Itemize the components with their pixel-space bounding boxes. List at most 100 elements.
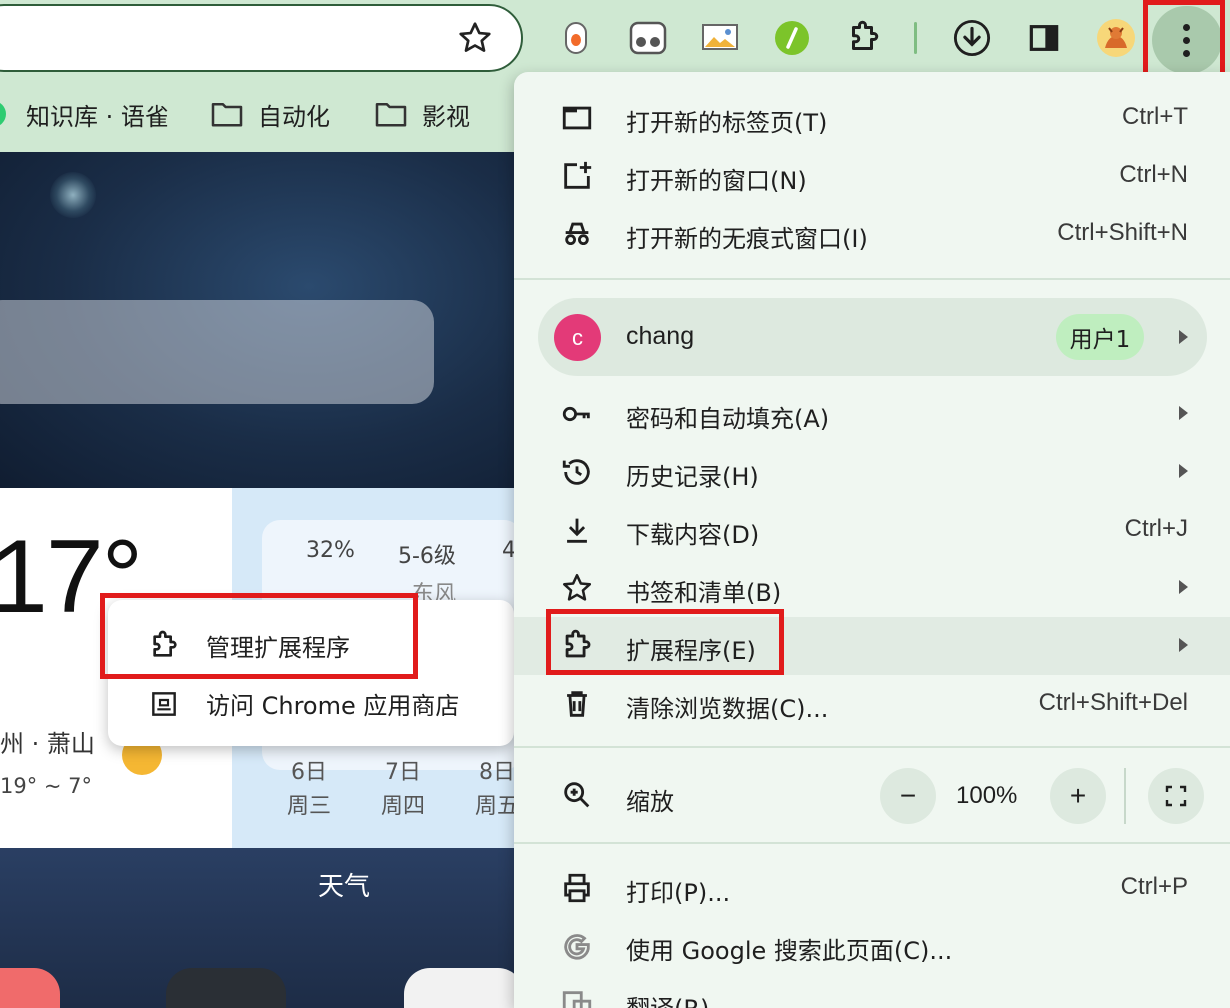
extension-icon-3[interactable]	[700, 18, 740, 58]
menu-item-label: 翻译(R)	[626, 989, 709, 1008]
menu-item-label: 打开新的标签页(T)	[626, 109, 828, 137]
bookmark-folder-video[interactable]: 影视	[374, 94, 470, 134]
menu-item-label: 访问 Chrome 应用商店	[206, 691, 460, 720]
forecast-date: 7日	[385, 760, 421, 785]
chevron-right-icon	[1179, 406, 1188, 420]
menu-item-label: 历史记录(H)	[626, 463, 759, 491]
profile-badge: 用户1	[1056, 314, 1144, 360]
extension-icon-2[interactable]	[628, 18, 668, 58]
shortcut-text: Ctrl+N	[1119, 161, 1188, 188]
shortcut-text: Ctrl+J	[1124, 515, 1188, 542]
chevron-right-icon	[1179, 464, 1188, 478]
webstore-icon	[152, 692, 176, 716]
menu-divider	[514, 746, 1230, 748]
profile-name: chang	[626, 322, 695, 350]
menu-item-translate[interactable]: 翻译(R)	[514, 975, 1230, 1008]
page-search-box[interactable]	[0, 300, 434, 404]
extension-icon-1[interactable]	[556, 18, 596, 58]
menu-item-zoom: 缩放 − 100% +	[514, 762, 1230, 830]
weather-location: 州 · 萧山	[0, 730, 95, 758]
zoom-in-button[interactable]: +	[1050, 768, 1106, 824]
zoom-level: 100%	[956, 782, 1018, 809]
new-tab-icon	[562, 106, 592, 130]
menu-item-label: 使用 Google 搜索此页面(C)...	[626, 937, 953, 965]
forecast-weekday: 周四	[380, 794, 425, 819]
profile-avatar-icon[interactable]	[1096, 18, 1136, 58]
forecast-weekday: 周三	[286, 794, 331, 819]
download-icon[interactable]	[952, 18, 992, 58]
menu-item-incognito[interactable]: 打开新的无痕式窗口(I) Ctrl+Shift+N	[514, 205, 1230, 263]
menu-item-new-window[interactable]: 打开新的窗口(N) Ctrl+N	[514, 147, 1230, 205]
humidity-value: 32%	[306, 538, 355, 563]
zoom-separator	[1124, 768, 1126, 824]
menu-item-label: 打开新的窗口(N)	[626, 167, 807, 195]
shortcut-text: Ctrl+P	[1120, 873, 1188, 900]
new-tab-background	[0, 152, 515, 488]
shortcut-text: Ctrl+T	[1122, 103, 1188, 130]
download-icon	[567, 518, 587, 543]
bookmark-label: 影视	[422, 102, 470, 131]
forecast-date: 6日	[291, 760, 327, 785]
bookmark-label: 知识库 · 语雀	[26, 102, 169, 131]
bookmark-label: 自动化	[258, 102, 330, 131]
star-icon	[562, 573, 592, 601]
new-window-icon	[564, 161, 592, 189]
bookmark-folder-automation[interactable]: 自动化	[210, 94, 330, 134]
shortcut-tile[interactable]	[404, 968, 515, 1008]
bookmark-star-icon[interactable]	[457, 20, 493, 56]
menu-item-new-tab[interactable]: 打开新的标签页(T) Ctrl+T	[514, 89, 1230, 147]
history-icon	[562, 459, 590, 485]
wind-level: 5-6级	[398, 544, 456, 569]
key-icon	[562, 406, 590, 422]
yuque-logo-icon	[0, 103, 6, 125]
fullscreen-icon	[1165, 785, 1187, 807]
menu-item-label: 清除浏览数据(C)...	[626, 695, 829, 723]
chevron-right-icon	[1179, 330, 1188, 344]
toolbar-separator	[914, 22, 917, 54]
shortcuts-area	[0, 848, 515, 1008]
extension-icon-4[interactable]	[772, 18, 812, 58]
google-g-icon	[564, 934, 590, 960]
address-bar[interactable]	[0, 4, 523, 72]
menu-item-label: 密码和自动填充(A)	[626, 405, 830, 433]
side-panel-icon[interactable]	[1024, 18, 1064, 58]
highlight-box-manage-extensions	[100, 593, 418, 679]
folder-icon	[375, 102, 407, 127]
bookmark-yuque[interactable]: 知识库 · 语雀	[0, 94, 169, 134]
menu-item-downloads[interactable]: 下载内容(D) Ctrl+J	[514, 501, 1230, 559]
menu-item-print[interactable]: 打印(P)... Ctrl+P	[514, 859, 1230, 917]
temperature-range: 19° ~ 7°	[0, 774, 93, 798]
fullscreen-button[interactable]	[1148, 768, 1204, 824]
chrome-main-menu: 打开新的标签页(T) Ctrl+T 打开新的窗口(N) Ctrl+N 打开新的无…	[514, 72, 1230, 1008]
highlight-box-extensions	[546, 609, 784, 675]
menu-item-label: 下载内容(D)	[626, 521, 760, 549]
profile-row[interactable]: c chang 用户1	[538, 298, 1207, 376]
trash-icon	[567, 691, 587, 717]
shortcut-text: Ctrl+Shift+N	[1057, 219, 1188, 246]
incognito-icon	[565, 222, 589, 246]
translate-icon	[562, 991, 592, 1008]
weather-caption: 天气	[318, 872, 371, 902]
avatar: c	[554, 314, 601, 361]
menu-item-google-search[interactable]: 使用 Google 搜索此页面(C)...	[514, 917, 1230, 975]
menu-item-passwords[interactable]: 密码和自动填充(A)	[514, 385, 1230, 443]
menu-item-label: 打印(P)...	[626, 879, 731, 907]
folder-icon	[211, 102, 243, 127]
shortcut-tile[interactable]	[0, 968, 60, 1008]
chevron-right-icon	[1179, 580, 1188, 594]
extensions-puzzle-icon[interactable]	[844, 18, 884, 58]
shortcut-text: Ctrl+Shift+Del	[1038, 689, 1188, 716]
print-icon	[564, 873, 590, 903]
background-moon	[50, 172, 96, 218]
menu-item-label: 打开新的无痕式窗口(I)	[626, 225, 868, 253]
menu-item-clear-data[interactable]: 清除浏览数据(C)... Ctrl+Shift+Del	[514, 675, 1230, 733]
chrome-webstore-item[interactable]: 访问 Chrome 应用商店	[108, 674, 514, 732]
zoom-icon	[564, 782, 590, 808]
zoom-out-button[interactable]: −	[880, 768, 936, 824]
zoom-label: 缩放	[626, 788, 674, 816]
menu-divider	[514, 842, 1230, 844]
menu-item-history[interactable]: 历史记录(H)	[514, 443, 1230, 501]
chevron-right-icon	[1179, 638, 1188, 652]
shortcut-tile[interactable]	[166, 968, 286, 1008]
menu-divider	[514, 278, 1230, 280]
